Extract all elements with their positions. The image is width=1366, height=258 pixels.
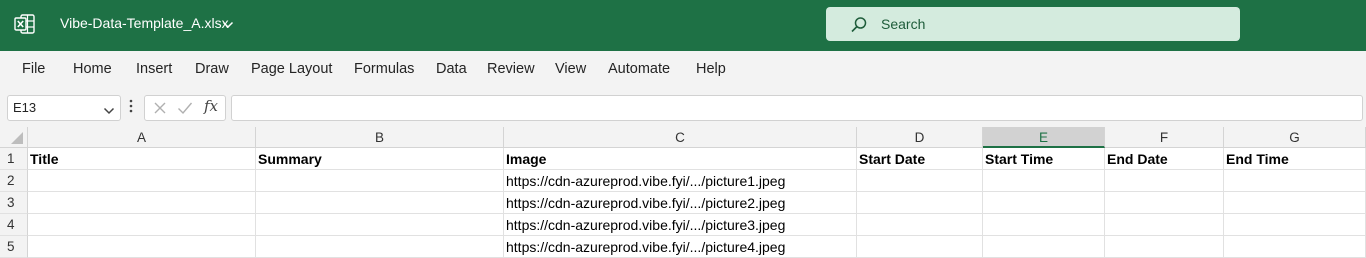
chevron-down-icon[interactable] xyxy=(103,103,115,121)
tab-view[interactable]: View xyxy=(555,61,586,77)
cell-c3[interactable]: https://cdn-azureprod.vibe.fyi/.../pictu… xyxy=(504,192,857,214)
more-options-icon[interactable] xyxy=(128,99,134,118)
cell-b2[interactable] xyxy=(256,170,504,192)
cell-f4[interactable] xyxy=(1105,214,1224,236)
column-header-b[interactable]: B xyxy=(256,127,504,148)
column-header-d[interactable]: D xyxy=(857,127,983,148)
cell-e1[interactable]: Start Time xyxy=(983,148,1105,170)
cell-e4[interactable] xyxy=(983,214,1105,236)
search-placeholder: Search xyxy=(881,16,926,32)
excel-icon[interactable] xyxy=(14,13,36,35)
check-icon[interactable] xyxy=(177,101,193,120)
column-header-f[interactable]: F xyxy=(1105,127,1224,148)
file-name[interactable]: Vibe-Data-Template_A.xlsx xyxy=(60,15,229,31)
tab-data[interactable]: Data xyxy=(436,61,467,77)
cell-d2[interactable] xyxy=(857,170,983,192)
cell-b1[interactable]: Summary xyxy=(256,148,504,170)
chevron-down-icon[interactable] xyxy=(222,17,234,35)
search-icon xyxy=(850,16,868,39)
cell-b4[interactable] xyxy=(256,214,504,236)
column-header-a[interactable]: A xyxy=(28,127,256,148)
tab-file[interactable]: File xyxy=(22,61,45,77)
tab-formulas[interactable]: Formulas xyxy=(354,61,414,77)
cell-g1[interactable]: End Time xyxy=(1224,148,1366,170)
tab-home[interactable]: Home xyxy=(73,61,112,77)
cell-f3[interactable] xyxy=(1105,192,1224,214)
row-header-5[interactable]: 5 xyxy=(0,236,28,258)
spreadsheet-grid: A B C D E F G 1 2 3 4 5 Title Summary Imag… xyxy=(0,127,1366,258)
row-header-1[interactable]: 1 xyxy=(0,148,28,170)
name-box-value: E13 xyxy=(13,100,37,115)
cell-c1[interactable]: Image xyxy=(504,148,857,170)
row-header-4[interactable]: 4 xyxy=(0,214,28,236)
column-header-c[interactable]: C xyxy=(504,127,857,148)
cancel-icon[interactable] xyxy=(153,101,167,120)
cell-a5[interactable] xyxy=(28,236,256,258)
cell-d3[interactable] xyxy=(857,192,983,214)
tab-help[interactable]: Help xyxy=(696,61,726,77)
insert-function-button[interactable]: fx xyxy=(204,97,218,115)
cell-a3[interactable] xyxy=(28,192,256,214)
tab-automate[interactable]: Automate xyxy=(608,61,670,77)
formula-actions: fx xyxy=(144,95,226,121)
cell-a2[interactable] xyxy=(28,170,256,192)
search-box[interactable]: Search xyxy=(826,7,1240,41)
row-header-3[interactable]: 3 xyxy=(0,192,28,214)
formula-input[interactable] xyxy=(231,95,1363,121)
select-all-button[interactable] xyxy=(0,127,28,148)
cell-f1[interactable]: End Date xyxy=(1105,148,1224,170)
cell-d5[interactable] xyxy=(857,236,983,258)
cell-f5[interactable] xyxy=(1105,236,1224,258)
row-header-2[interactable]: 2 xyxy=(0,170,28,192)
cell-c4[interactable]: https://cdn-azureprod.vibe.fyi/.../pictu… xyxy=(504,214,857,236)
cell-d4[interactable] xyxy=(857,214,983,236)
cell-b5[interactable] xyxy=(256,236,504,258)
column-header-e[interactable]: E xyxy=(983,127,1105,148)
column-header-g[interactable]: G xyxy=(1224,127,1366,148)
cell-c2[interactable]: https://cdn-azureprod.vibe.fyi/.../pictu… xyxy=(504,170,857,192)
tab-insert[interactable]: Insert xyxy=(136,61,172,77)
cell-f2[interactable] xyxy=(1105,170,1224,192)
cell-a4[interactable] xyxy=(28,214,256,236)
tab-page-layout[interactable]: Page Layout xyxy=(251,61,332,77)
cell-e2[interactable] xyxy=(983,170,1105,192)
cell-c5[interactable]: https://cdn-azureprod.vibe.fyi/.../pictu… xyxy=(504,236,857,258)
cell-g5[interactable] xyxy=(1224,236,1366,258)
cell-g2[interactable] xyxy=(1224,170,1366,192)
cell-a1[interactable]: Title xyxy=(28,148,256,170)
cell-g4[interactable] xyxy=(1224,214,1366,236)
ribbon-tabs: File Home Insert Draw Page Layout Formul… xyxy=(0,51,1366,93)
tab-draw[interactable]: Draw xyxy=(195,61,229,77)
cell-e5[interactable] xyxy=(983,236,1105,258)
cell-e3[interactable] xyxy=(983,192,1105,214)
formula-bar: E13 fx xyxy=(0,93,1366,127)
title-bar: Vibe-Data-Template_A.xlsx Search xyxy=(0,0,1366,51)
name-box[interactable]: E13 xyxy=(7,95,121,121)
cell-b3[interactable] xyxy=(256,192,504,214)
cell-d1[interactable]: Start Date xyxy=(857,148,983,170)
tab-review[interactable]: Review xyxy=(487,61,535,77)
cell-g3[interactable] xyxy=(1224,192,1366,214)
